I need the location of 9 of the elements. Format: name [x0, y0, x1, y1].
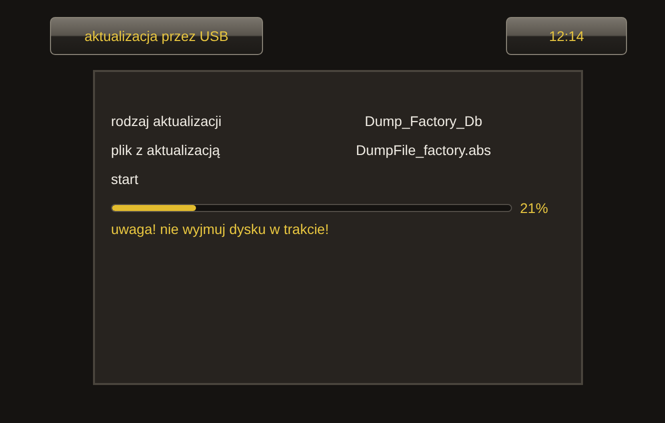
clock: 12:14 [506, 17, 627, 55]
setting-value[interactable]: Dump_Factory_Db [341, 112, 506, 128]
title-label: aktualizacja przez USB [50, 17, 263, 55]
progress-percent: 21% [520, 200, 548, 216]
setting-label[interactable]: rodzaj aktualizacji [111, 112, 341, 128]
setting-label[interactable]: plik z aktualizacją [111, 142, 341, 158]
setting-label[interactable]: start [111, 170, 341, 186]
setting-value[interactable]: DumpFile_factory.abs [341, 142, 506, 158]
warning-text: uwaga! nie wyjmuj dysku w trakcie! [111, 221, 330, 237]
